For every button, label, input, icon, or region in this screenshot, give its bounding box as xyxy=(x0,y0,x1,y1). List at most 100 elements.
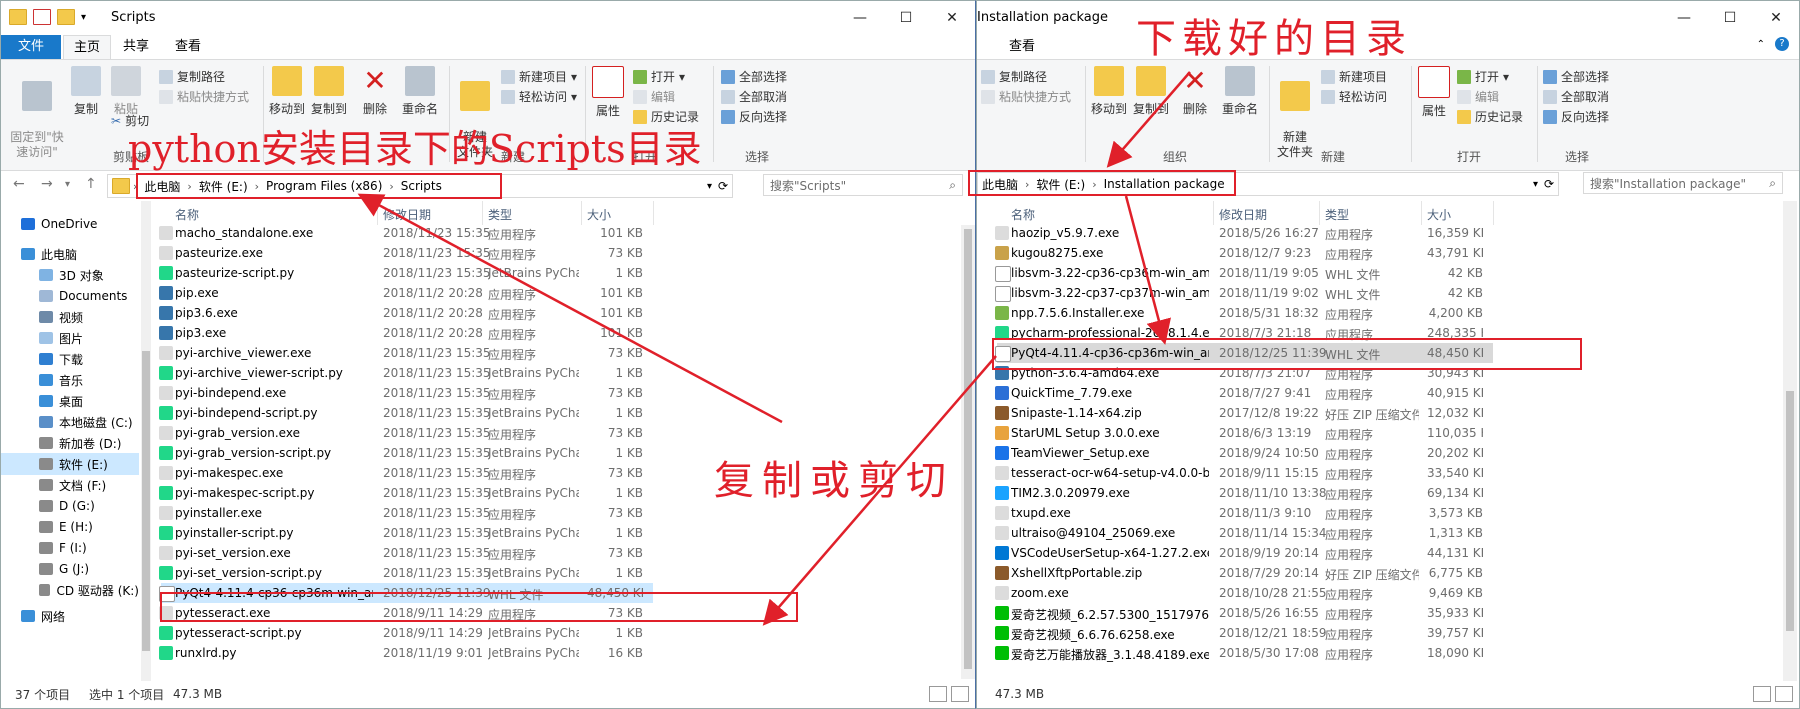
column-divider[interactable] xyxy=(1319,201,1320,225)
nav-item[interactable]: D (G:) xyxy=(1,495,139,517)
copy-button[interactable]: 复制 xyxy=(69,66,103,117)
help-icon[interactable]: ? xyxy=(1775,37,1789,51)
column-header-name[interactable]: 名称 xyxy=(175,206,199,223)
file-row[interactable]: zoom.exe 2018/10/28 21:55 应用程序 9,469 KB xyxy=(995,583,1493,603)
back-arrow-icon[interactable]: ← xyxy=(13,176,25,192)
nav-item[interactable]: 文档 (F:) xyxy=(1,474,139,496)
edit-button[interactable]: 编辑 xyxy=(1457,88,1499,105)
column-divider[interactable] xyxy=(1493,201,1494,225)
column-divider[interactable] xyxy=(653,201,654,225)
search-icon[interactable]: ⌕ xyxy=(949,178,956,193)
nav-item[interactable]: 软件 (E:) xyxy=(1,453,139,475)
file-row[interactable]: python-3.6.4-amd64.exe 2018/7/3 21:07 应用程序… xyxy=(995,363,1493,383)
up-arrow-icon[interactable]: ↑ xyxy=(85,176,97,192)
nav-item[interactable]: 新加卷 (D:) xyxy=(1,432,139,454)
nav-item[interactable]: 图片 xyxy=(1,327,139,349)
file-list-scrollbar[interactable] xyxy=(1783,201,1797,681)
properties-button[interactable]: 属性 xyxy=(1417,66,1451,119)
file-row[interactable]: pasteurize.exe 2018/11/23 15:35 应用程序 73 KB xyxy=(159,243,653,263)
file-row[interactable]: XshellXftpPortable.zip 2018/7/29 20:14 好压 … xyxy=(995,563,1493,583)
maximize-button[interactable]: ☐ xyxy=(883,3,929,33)
file-row[interactable]: pytesseract.exe 2018/9/11 14:29 应用程序 73 KB xyxy=(159,603,653,623)
chevron-right-icon[interactable]: › xyxy=(386,180,396,193)
file-row[interactable]: pyi-makespec.exe 2018/11/23 15:35 应用程序 73 K… xyxy=(159,463,653,483)
delete-button[interactable]: ✕ 删除 xyxy=(1177,66,1213,117)
forward-arrow-icon[interactable]: → xyxy=(41,176,53,192)
file-row[interactable]: haozip_v5.9.7.exe 2018/5/26 16:27 应用程序 16,3… xyxy=(995,223,1493,243)
file-row[interactable]: ultraiso@49104_25069.exe 2018/11/14 15:34… xyxy=(995,523,1493,543)
file-row[interactable]: pyi-archive_viewer-script.py 2018/11/23 1… xyxy=(159,363,653,383)
search-icon[interactable]: ⌕ xyxy=(1769,176,1776,191)
open-button[interactable]: 打开 ▾ xyxy=(1457,68,1509,85)
file-row[interactable]: pyi-grab_version.exe 2018/11/23 15:35 应用程序… xyxy=(159,423,653,443)
address-dropdown-icon[interactable]: ▾ xyxy=(1533,179,1538,190)
file-row[interactable]: libsvm-3.22-cp37-cp37m-win_amd64.... 2018… xyxy=(995,283,1493,303)
chevron-right-icon[interactable]: › xyxy=(1089,178,1099,191)
column-divider[interactable] xyxy=(1213,201,1214,225)
move-to-button[interactable]: 移动到 xyxy=(1089,66,1129,117)
address-dropdown-icon[interactable]: ▾ xyxy=(707,181,712,192)
tab-share[interactable]: 共享 xyxy=(113,35,159,59)
nav-item[interactable]: Documents xyxy=(1,285,139,307)
file-row[interactable]: VSCodeUserSetup-x64-1.27.2.exe 2018/9/19 … xyxy=(995,543,1493,563)
refresh-icon[interactable]: ⟳ xyxy=(718,179,728,193)
chevron-right-icon[interactable]: › xyxy=(252,180,262,193)
file-row[interactable]: runxlrd.py 2018/11/19 9:01 JetBrains PyCha… xyxy=(159,643,653,663)
tab-home[interactable]: 主页 xyxy=(63,35,112,60)
paste-shortcut-button[interactable]: 粘贴快捷方式 xyxy=(981,88,1071,105)
file-row[interactable]: npp.7.5.6.Installer.exe 2018/5/31 18:32 应用… xyxy=(995,303,1493,323)
file-row[interactable]: pyinstaller-script.py 2018/11/23 15:35 Jet… xyxy=(159,523,653,543)
history-button[interactable]: 历史记录 xyxy=(1457,108,1523,125)
large-icons-view-icon[interactable] xyxy=(1775,686,1793,702)
close-button[interactable]: ✕ xyxy=(929,3,975,33)
column-header-name[interactable]: 名称 xyxy=(1011,206,1035,223)
search-box[interactable]: 搜索"Installation package" ⌕ xyxy=(1583,172,1783,194)
file-row[interactable]: libsvm-3.22-cp36-cp36m-win_amd64.... 2018… xyxy=(995,263,1493,283)
file-row[interactable]: pytesseract-script.py 2018/9/11 14:29 JetB… xyxy=(159,623,653,643)
invert-selection-button[interactable]: 反向选择 xyxy=(1543,108,1609,125)
chevron-right-icon[interactable]: › xyxy=(184,180,194,193)
details-view-icon[interactable] xyxy=(929,686,947,702)
file-row[interactable]: PyQt4-4.11.4-cp36-cp36m-win_amd6... 2018/… xyxy=(159,583,653,603)
chevron-right-icon[interactable]: › xyxy=(130,180,140,193)
maximize-button[interactable]: ☐ xyxy=(1707,3,1753,33)
column-header-size[interactable]: 大小 xyxy=(1427,206,1451,223)
rename-button[interactable]: 重命名 xyxy=(1217,66,1263,117)
file-list-scrollbar[interactable] xyxy=(961,225,975,679)
select-none-button[interactable]: 全部取消 xyxy=(1543,88,1609,105)
file-row[interactable]: TIM2.3.0.20979.exe 2018/11/10 13:38 应用程序 69… xyxy=(995,483,1493,503)
new-item-button[interactable]: 新建项目 ▾ xyxy=(501,68,577,85)
breadcrumb-installation-package[interactable]: Installation package xyxy=(1100,177,1229,191)
nav-item[interactable]: G (J:) xyxy=(1,558,139,580)
column-header-date[interactable]: 修改日期 xyxy=(1219,206,1267,223)
breadcrumb-drive-e[interactable]: 软件 (E:) xyxy=(1032,176,1089,193)
file-row[interactable]: 爱奇艺万能播放器_3.1.48.4189.exe 2018/5/30 17:08 应… xyxy=(995,643,1493,663)
column-divider[interactable] xyxy=(377,201,378,225)
column-divider[interactable] xyxy=(581,201,582,225)
file-row[interactable]: pip.exe 2018/11/2 20:28 应用程序 101 KB xyxy=(159,283,653,303)
easy-access-button[interactable]: 轻松访问 xyxy=(1321,88,1387,105)
nav-item[interactable]: 下载 xyxy=(1,348,139,370)
tab-file[interactable]: 文件 xyxy=(1,35,61,59)
scrollbar-thumb[interactable] xyxy=(964,229,972,669)
column-header-date[interactable]: 修改日期 xyxy=(383,206,431,223)
file-row[interactable]: kugou8275.exe 2018/12/7 9:23 应用程序 43,791 KB xyxy=(995,243,1493,263)
breadcrumb-this-pc[interactable]: 此电脑 xyxy=(140,178,184,195)
rename-button[interactable]: 重命名 xyxy=(397,66,443,117)
properties-icon[interactable] xyxy=(33,9,51,25)
nav-item[interactable]: 桌面 xyxy=(1,390,139,412)
properties-button[interactable]: 属性 xyxy=(591,66,625,119)
recent-chevron-icon[interactable]: ▾ xyxy=(65,179,70,190)
move-to-button[interactable]: 移动到 xyxy=(267,66,307,117)
pin-quick-access-button[interactable]: 固定到"快 速访问" xyxy=(9,66,65,160)
nav-item[interactable]: F (I:) xyxy=(1,537,139,559)
invert-selection-button[interactable]: 反向选择 xyxy=(721,108,787,125)
collapse-ribbon-icon[interactable]: ⌃ xyxy=(1757,39,1765,50)
edit-button[interactable]: 编辑 xyxy=(633,88,675,105)
file-row[interactable]: StarUML Setup 3.0.0.exe 2018/6/3 13:19 应用程… xyxy=(995,423,1493,443)
copy-to-button[interactable]: 复制到 xyxy=(1131,66,1171,117)
file-row[interactable]: pip3.exe 2018/11/2 20:28 应用程序 101 KB xyxy=(159,323,653,343)
file-row[interactable]: pasteurize-script.py 2018/11/23 15:35 JetB… xyxy=(159,263,653,283)
tab-view[interactable]: 查看 xyxy=(999,35,1045,59)
nav-item[interactable]: 3D 对象 xyxy=(1,264,139,286)
